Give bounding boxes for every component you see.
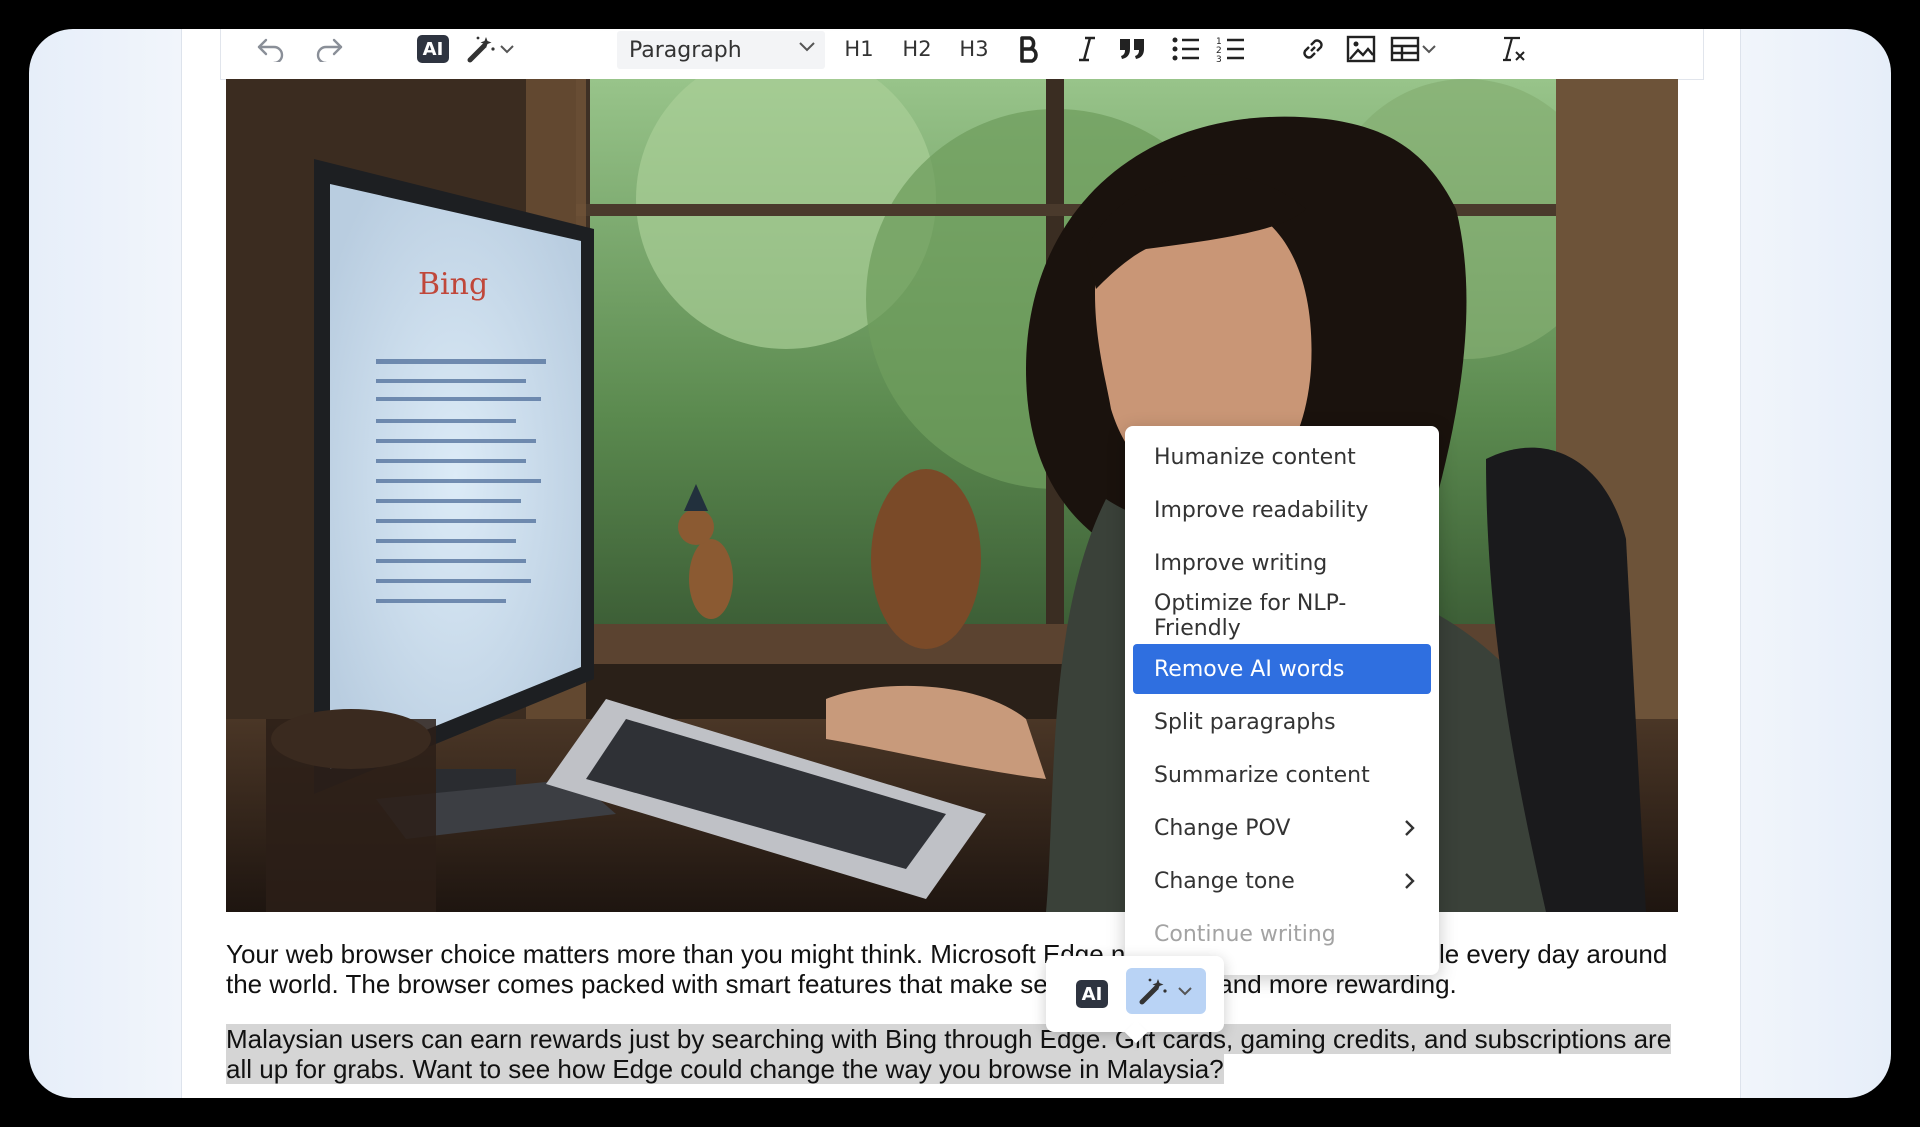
heading3-button[interactable]: H3 xyxy=(954,31,994,67)
menu-item-label: Change POV xyxy=(1154,815,1291,841)
menu-item-optimize-nlp[interactable]: Optimize for NLP-Friendly xyxy=(1133,591,1431,641)
svg-text:3: 3 xyxy=(1216,55,1222,63)
photo-illustration: Bing xyxy=(226,79,1678,912)
chevron-down-icon xyxy=(799,42,815,52)
table-dropdown[interactable] xyxy=(1383,31,1445,67)
magic-wand-icon xyxy=(1139,978,1167,1005)
ai-actions-menu: Humanize content Improve readability Imp… xyxy=(1125,426,1439,975)
heading1-button[interactable]: H1 xyxy=(839,31,879,67)
ai-button[interactable]: AI xyxy=(415,31,451,67)
menu-item-label: Change tone xyxy=(1154,868,1295,894)
paragraph-1[interactable]: Your web browser choice matters more tha… xyxy=(226,939,1678,999)
editor-page: AI Paragraph H1 H2 H3 1 2 3 Bing Your we… xyxy=(181,29,1741,1098)
chevron-down-icon xyxy=(1178,987,1192,996)
menu-item-remove-ai-words[interactable]: Remove AI words xyxy=(1133,644,1431,694)
menu-item-change-pov[interactable]: Change POV xyxy=(1133,803,1431,853)
italic-icon[interactable] xyxy=(1067,31,1107,67)
undo-icon[interactable] xyxy=(253,31,289,67)
screen: AI Paragraph H1 H2 H3 1 2 3 Bing Your we… xyxy=(29,29,1891,1098)
table-icon xyxy=(1390,36,1420,62)
editor-toolbar: AI Paragraph H1 H2 H3 1 2 3 xyxy=(220,29,1704,80)
menu-item-summarize-content[interactable]: Summarize content xyxy=(1133,750,1431,800)
floating-ai-button[interactable]: AI xyxy=(1076,980,1108,1008)
menu-item-continue-writing: Continue writing xyxy=(1154,921,1336,947)
svg-text:Bing: Bing xyxy=(418,267,488,302)
floating-ai-toolbar: AI xyxy=(1046,956,1224,1044)
paragraph-2-selected[interactable]: Malaysian users can earn rewards just by… xyxy=(226,1024,1678,1084)
chevron-down-icon xyxy=(1422,45,1436,54)
bold-icon[interactable] xyxy=(1009,31,1049,67)
menu-item-change-tone[interactable]: Change tone xyxy=(1133,856,1431,906)
paragraph-style-value: Paragraph xyxy=(629,37,742,63)
quote-icon[interactable] xyxy=(1112,31,1152,67)
magic-wand-icon xyxy=(467,36,495,63)
chevron-right-icon xyxy=(1405,873,1415,889)
paragraph-style-select[interactable]: Paragraph xyxy=(617,31,825,69)
menu-item-humanize-content[interactable]: Humanize content xyxy=(1133,432,1431,482)
chevron-down-icon xyxy=(500,45,514,54)
clear-formatting-icon[interactable] xyxy=(1493,31,1533,67)
ai-actions-dropdown[interactable] xyxy=(461,31,521,67)
article-image[interactable]: Bing xyxy=(226,79,1678,912)
selected-text[interactable]: Malaysian users can earn rewards just by… xyxy=(226,1024,1672,1084)
numbered-list-icon[interactable]: 123 xyxy=(1211,31,1251,67)
image-icon[interactable] xyxy=(1341,31,1381,67)
link-icon[interactable] xyxy=(1293,31,1333,67)
menu-item-improve-readability[interactable]: Improve readability xyxy=(1133,485,1431,535)
bullet-list-icon[interactable] xyxy=(1166,31,1206,67)
chevron-right-icon xyxy=(1405,820,1415,836)
heading2-button[interactable]: H2 xyxy=(897,31,937,67)
menu-item-improve-writing[interactable]: Improve writing xyxy=(1133,538,1431,588)
menu-item-split-paragraphs[interactable]: Split paragraphs xyxy=(1133,697,1431,747)
ai-badge: AI xyxy=(417,35,449,63)
redo-icon[interactable] xyxy=(311,31,347,67)
floating-wand-dropdown[interactable] xyxy=(1126,968,1206,1014)
